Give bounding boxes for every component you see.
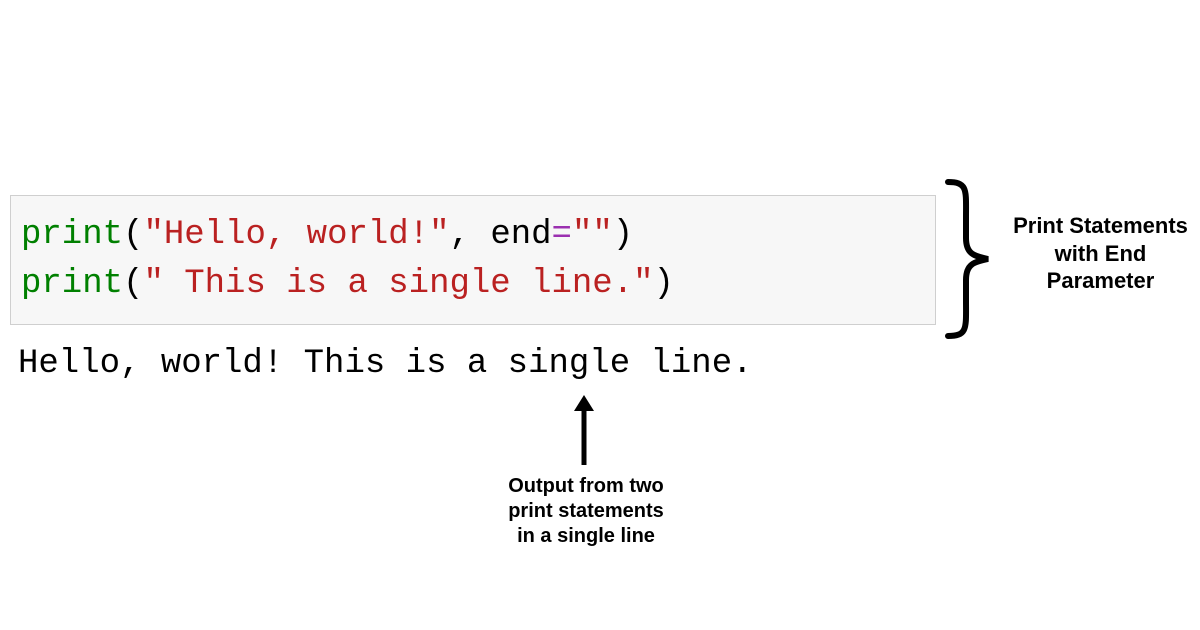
arrow-annotation-label: Output from two print statements in a si… — [500, 474, 672, 549]
code-token-comma: , — [450, 216, 470, 254]
code-line-1: print("Hello, world!", end="") — [21, 211, 925, 260]
brace-annotation-label: Print Statements with End Parameter — [1008, 212, 1193, 295]
output-text: Hello, world! This is a single line. — [18, 345, 753, 383]
brace-icon — [940, 178, 1000, 340]
code-token-paren-open: ( — [123, 216, 143, 254]
code-token-space — [470, 216, 490, 254]
code-token-paren-open: ( — [123, 265, 143, 303]
code-block: print("Hello, world!", end="") print(" T… — [10, 195, 936, 325]
code-token-string: "" — [572, 216, 613, 254]
code-line-2: print(" This is a single line.") — [21, 260, 925, 309]
code-token-paren-close: ) — [654, 265, 674, 303]
code-token-arg: end — [490, 216, 551, 254]
arrow-icon — [574, 395, 594, 467]
code-token-paren-close: ) — [613, 216, 633, 254]
code-token-func: print — [21, 216, 123, 254]
code-token-string: " This is a single line." — [143, 265, 653, 303]
code-token-string: "Hello, world!" — [143, 216, 449, 254]
code-token-func: print — [21, 265, 123, 303]
code-token-eq: = — [552, 216, 572, 254]
